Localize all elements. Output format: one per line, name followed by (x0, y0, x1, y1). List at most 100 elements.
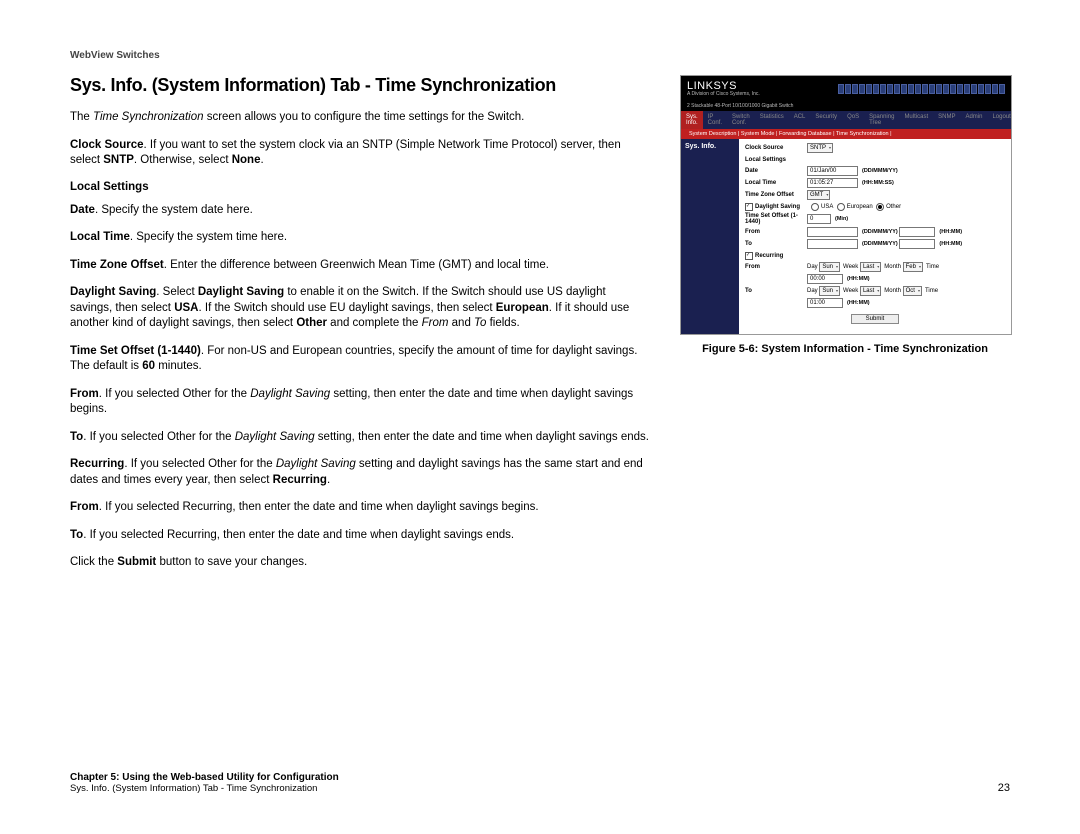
text: . If you selected Recurring, then enter … (99, 501, 539, 513)
lbl-daylight: Daylight Saving (755, 204, 811, 210)
opt-european: European (847, 204, 873, 210)
text: . Specify the system time here. (130, 231, 287, 243)
term: Daylight Saving (235, 431, 315, 443)
shot-form: Clock Source SNTP Local Settings Date 01… (739, 139, 1011, 334)
radio-other[interactable] (876, 203, 884, 211)
main-content: Sys. Info. (System Information) Tab - Ti… (70, 75, 650, 583)
hint-rto-time: (HH:MM) (847, 300, 870, 306)
text: . Otherwise, select (134, 154, 232, 166)
option: Recurring (273, 474, 327, 486)
sel-rto-day[interactable]: Sun (819, 286, 840, 296)
lbl-tso: Time Set Offset (1-1440) (745, 213, 807, 225)
lbl-from: From (745, 229, 807, 235)
submit-button[interactable]: Submit (851, 314, 899, 324)
running-header: WebView Switches (70, 50, 1010, 61)
tab-multicast[interactable]: Multicast (899, 111, 933, 129)
sel-rto-month[interactable]: Oct (903, 286, 922, 296)
term: Time Synchronization (93, 111, 203, 123)
device-name: 2 Stackable 48-Port 10/100/1000 Gigabit … (681, 101, 1011, 111)
text: Month (884, 288, 901, 294)
inp-local-time[interactable]: 01:05:27 (807, 178, 858, 188)
lbl-clock-source: Clock Source (745, 145, 807, 151)
shot-header: LINKSYS A Division of Cisco Systems, Inc… (681, 76, 1011, 101)
text: . (260, 154, 263, 166)
text: . If the Switch should use EU daylight s… (198, 302, 495, 314)
tab-ipconf[interactable]: IP Conf. (703, 111, 727, 129)
option: Other (296, 317, 327, 329)
tab-security[interactable]: Security (810, 111, 842, 129)
figure-column: LINKSYS A Division of Cisco Systems, Inc… (680, 75, 1010, 583)
sel-rfrom-day[interactable]: Sun (819, 262, 840, 272)
page-title: Sys. Info. (System Information) Tab - Ti… (70, 75, 650, 96)
sel-clock-source[interactable]: SNTP (807, 143, 833, 153)
logo-subtitle: A Division of Cisco Systems, Inc. (687, 91, 760, 97)
inp-from-time[interactable] (899, 227, 935, 237)
intro-paragraph: The Time Synchronization screen allows y… (70, 110, 650, 126)
text: . Select (156, 286, 198, 298)
from2-paragraph: From. If you selected Recurring, then en… (70, 500, 650, 516)
term: Daylight Saving (276, 458, 356, 470)
text: Time (925, 288, 938, 294)
lbl-local-time: Local Time (745, 180, 807, 186)
option: None (232, 154, 261, 166)
hint-tso: (Min) (835, 216, 848, 222)
lbl-rto: To (745, 288, 807, 294)
tab-snmp[interactable]: SNMP (933, 111, 960, 129)
text: fields. (486, 317, 519, 329)
sel-tzo[interactable]: GMT (807, 190, 830, 200)
text: . Enter the difference between Greenwich… (164, 259, 549, 271)
tab-stp[interactable]: Spanning Tree (864, 111, 899, 129)
submit-line: Click the Submit button to save your cha… (70, 555, 650, 571)
term: Daylight Saving (250, 388, 330, 400)
text: and (448, 317, 474, 329)
inp-to-date[interactable] (807, 239, 858, 249)
field-label: Recurring (70, 458, 124, 470)
radio-european[interactable] (837, 203, 845, 211)
lbl-tzo: Time Zone Offset (745, 192, 807, 198)
sel-rto-week[interactable]: Last (860, 286, 881, 296)
tab-sysinfo[interactable]: Sys. Info. (681, 111, 703, 129)
option: Daylight Saving (198, 286, 284, 298)
radio-usa[interactable] (811, 203, 819, 211)
tab-acl[interactable]: ACL (789, 111, 811, 129)
field-label: Time Set Offset (1-1440) (70, 345, 201, 357)
sel-rfrom-month[interactable]: Feb (903, 262, 923, 272)
chk-daylight[interactable] (745, 203, 753, 211)
sel-rfrom-week[interactable]: Last (860, 262, 881, 272)
inp-rto-time[interactable]: 01:00 (807, 298, 843, 308)
tab-admin[interactable]: Admin (960, 111, 987, 129)
hint-from-time: (HH:MM) (939, 229, 962, 235)
text: button to save your changes. (156, 556, 307, 568)
tab-statistics[interactable]: Statistics (755, 111, 789, 129)
text: Week (843, 288, 858, 294)
tab-switchconf[interactable]: Switch Conf. (727, 111, 755, 129)
text: . If you selected Other for the (124, 458, 276, 470)
inp-date[interactable]: 01/Jan/00 (807, 166, 858, 176)
tso-paragraph: Time Set Offset (1-1440). For non-US and… (70, 344, 650, 375)
inp-to-time[interactable] (899, 239, 935, 249)
text: . (327, 474, 330, 486)
tab-qos[interactable]: QoS (842, 111, 864, 129)
field-label: From (70, 501, 99, 513)
clock-source-paragraph: Clock Source. If you want to set the sys… (70, 138, 650, 169)
figure-caption: Figure 5-6: System Information - Time Sy… (680, 343, 1010, 355)
screenshot-figure: LINKSYS A Division of Cisco Systems, Inc… (680, 75, 1012, 335)
field-label: To (70, 431, 83, 443)
option: SNTP (103, 154, 134, 166)
field-label: Local Time (70, 231, 130, 243)
inp-tso[interactable]: 0 (807, 214, 831, 224)
lbl-local-settings: Local Settings (745, 157, 807, 163)
lbl-date: Date (745, 168, 807, 174)
text: Week (843, 264, 858, 270)
tab-logout[interactable]: Logout (987, 111, 1015, 129)
field-label: Date (70, 204, 95, 216)
inp-rfrom-time[interactable]: 00:00 (807, 274, 843, 284)
value: 60 (142, 360, 155, 372)
chk-recurring[interactable] (745, 252, 753, 260)
inp-from-date[interactable] (807, 227, 858, 237)
page-footer: Chapter 5: Using the Web-based Utility f… (70, 772, 1010, 794)
hint-from-date: (DD/MMM/YY) (862, 229, 898, 235)
tzo-paragraph: Time Zone Offset. Enter the difference b… (70, 258, 650, 274)
text: Time (926, 264, 939, 270)
option: USA (174, 302, 198, 314)
